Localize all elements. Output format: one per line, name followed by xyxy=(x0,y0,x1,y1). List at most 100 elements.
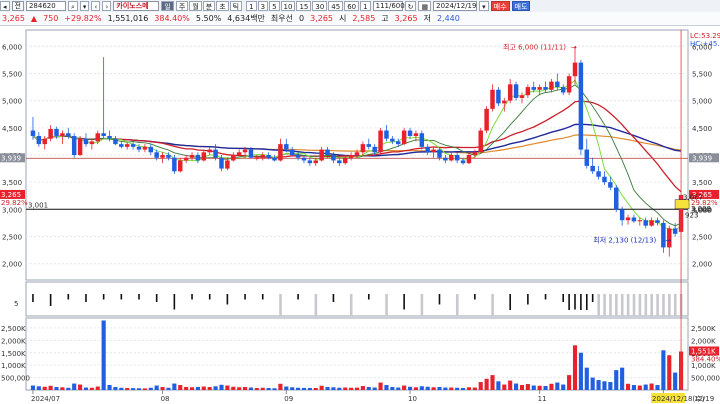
indicator-bar-gray xyxy=(455,294,459,316)
volume-bar xyxy=(402,385,407,390)
top-right-lc: LC:53.29 xyxy=(690,32,720,40)
indicator-bar xyxy=(208,294,211,300)
page-counter: 111/600 xyxy=(372,1,405,11)
volume-bar xyxy=(325,387,330,390)
candle-body xyxy=(572,62,578,77)
candle-body xyxy=(608,182,613,188)
candle-body xyxy=(472,152,478,155)
volume-bar xyxy=(431,387,436,390)
period-0-button[interactable]: 주 xyxy=(175,1,189,11)
volume-bar xyxy=(625,383,631,390)
volume-bar xyxy=(425,386,430,390)
level-label-3001: 3,001 xyxy=(28,201,48,209)
interval-6-button[interactable]: 45 xyxy=(328,1,344,11)
stock-code-input[interactable]: 284620 xyxy=(25,1,66,11)
volume-bar xyxy=(366,387,371,390)
price-tick-label-left: 3,000 xyxy=(2,206,22,214)
volume-bar xyxy=(631,385,636,390)
volume-bar xyxy=(354,387,360,390)
chevron-down-icon[interactable]: ▾ xyxy=(79,1,90,11)
candle-body xyxy=(590,165,595,172)
low-value: 2,440 xyxy=(436,14,460,23)
volume-tick-label-right: 500,000 xyxy=(691,375,720,383)
volume-bar xyxy=(237,387,242,390)
stock-chart[interactable]: 6,000 6,0005,500 5,5005,000 5,0004,500 4,500… xyxy=(0,26,720,404)
interval-0-button[interactable]: 1 xyxy=(246,1,257,11)
volume-bar xyxy=(254,388,259,390)
interval-2-button[interactable]: 5 xyxy=(269,1,280,11)
volume-bar xyxy=(113,387,118,390)
stock-name-field[interactable]: 카이노스메 xyxy=(113,1,160,11)
volume-bar xyxy=(349,387,354,390)
candle-body xyxy=(378,130,383,153)
current-price: 3,265 xyxy=(2,14,25,23)
period-day-button[interactable]: 일 xyxy=(161,1,174,11)
volume-bar xyxy=(443,387,448,390)
volume-bar xyxy=(119,387,124,390)
volume-bar xyxy=(543,386,548,390)
volume-tick-label-left: 1,000K xyxy=(1,362,26,370)
search-icon[interactable]: ⌕ xyxy=(67,1,78,11)
indicator-bar xyxy=(562,294,565,302)
calendar-icon[interactable]: ▦ xyxy=(418,1,432,11)
x-tick-label: 09 xyxy=(284,395,293,403)
turnover-value: 5.50% xyxy=(195,14,222,23)
candle-body xyxy=(307,160,313,164)
candle-body xyxy=(401,130,407,145)
indicator-bar xyxy=(585,294,588,310)
price-tick-label-right: 2,000 xyxy=(692,261,712,269)
volume-bar xyxy=(272,388,277,390)
candle-body xyxy=(490,89,495,109)
indicator-bar-gray xyxy=(385,294,388,316)
volume-bar xyxy=(60,387,65,390)
refresh-icon[interactable]: ↻ xyxy=(404,1,417,11)
volume-bar xyxy=(66,387,71,390)
indicator-bar-gray xyxy=(650,294,653,316)
open-label: 시 xyxy=(339,14,347,23)
chevron-down-icon[interactable]: ▾ xyxy=(479,1,489,11)
candle-body xyxy=(443,157,448,161)
indicator-bar xyxy=(49,294,52,306)
interval-8-button[interactable]: 1 xyxy=(360,1,371,11)
volume-bar xyxy=(101,320,106,390)
interval-3-button[interactable]: 10 xyxy=(280,1,296,11)
candle-body xyxy=(631,217,637,222)
period-1-button[interactable]: 월 xyxy=(189,1,202,11)
volume-bar xyxy=(337,387,342,390)
period-2-button[interactable]: 분 xyxy=(202,1,216,11)
interval-1-button[interactable]: 3 xyxy=(257,1,269,11)
indicator-bar-gray xyxy=(615,294,618,316)
candle-body xyxy=(278,144,283,161)
candle-body xyxy=(425,146,430,153)
interval-4-button[interactable]: 15 xyxy=(296,1,312,11)
indicator-bar-gray xyxy=(420,294,424,316)
price-change: 750 xyxy=(43,14,59,23)
volume-bar xyxy=(561,384,566,390)
volume-bar xyxy=(107,385,112,390)
indicator-bar xyxy=(67,294,70,300)
indicator-bar xyxy=(474,294,476,300)
candle-body xyxy=(83,138,89,145)
chevron-left-icon[interactable]: ◂ xyxy=(0,1,10,11)
candle-body xyxy=(101,133,106,136)
next-stock-icon[interactable]: › xyxy=(102,1,112,11)
interval-7-button[interactable]: 60 xyxy=(344,1,360,11)
sell-button[interactable]: 매도 xyxy=(511,1,531,11)
volume-bar xyxy=(148,387,153,390)
price-tick-label-left: 3,500 xyxy=(2,179,22,187)
period-4-button[interactable]: 틱 xyxy=(229,1,243,11)
volume-bar xyxy=(537,385,542,390)
volume-bar xyxy=(531,385,536,390)
market-mode-select[interactable]: 전 xyxy=(11,1,24,11)
date-input[interactable]: 2024/12/19 xyxy=(433,1,478,11)
buy-button[interactable]: 매수 xyxy=(490,1,510,11)
high-label: 고 xyxy=(381,14,389,23)
indicator-bar xyxy=(244,294,246,300)
prev-stock-icon[interactable]: ‹ xyxy=(91,1,101,11)
period-3-button[interactable]: 초 xyxy=(216,1,229,11)
indicator-bar xyxy=(191,294,193,300)
price-tick-label-left: 5,500 xyxy=(2,70,22,78)
indicator-bar xyxy=(527,294,529,305)
interval-5-button[interactable]: 30 xyxy=(312,1,328,11)
volume-bar xyxy=(160,387,165,390)
